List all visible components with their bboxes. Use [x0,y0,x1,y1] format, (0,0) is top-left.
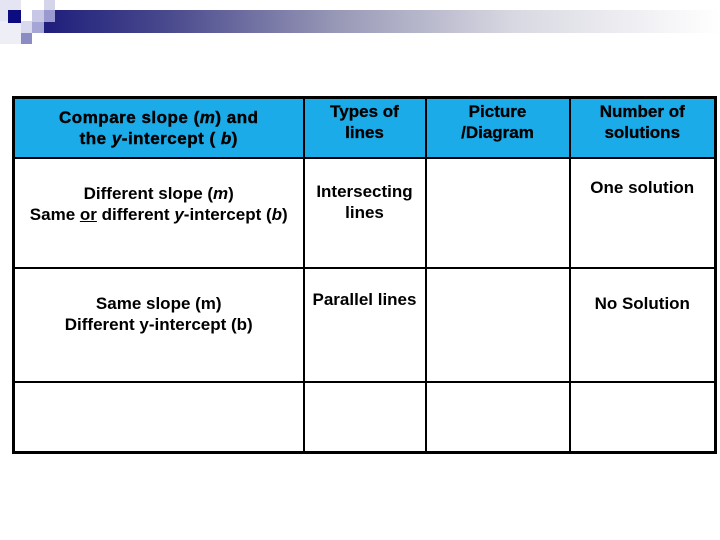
solutions-cell [568,381,717,454]
slide: Compare slope (m) and the y-intercept ( … [0,0,720,540]
picture-cell [424,267,571,383]
slope-intercept-comparison-table: Compare slope (m) and the y-intercept ( … [12,96,717,454]
header-text: Number of [599,102,685,121]
cell-text: -intercept ( [183,205,272,224]
decor-square [44,10,55,22]
header-number-of-solutions: Number of solutions [568,96,717,159]
header-text: /Diagram [461,123,534,142]
header-text: solutions [604,123,681,142]
cell-text: Different y-intercept (b) [64,315,253,334]
decor-square [32,10,44,22]
cell-text: Same [29,205,80,224]
header-text: Picture [468,102,527,121]
decor-square [21,33,32,44]
cell-text: Different slope ( [83,184,214,203]
variable-b: b [271,205,283,224]
decor-square [44,0,55,10]
variable-b: b [220,129,232,148]
condition-cell [12,381,305,454]
header-text: the [79,129,112,148]
picture-cell [424,381,571,454]
line-type-cell: Intersecting lines [302,157,427,269]
decor-square [32,22,44,33]
cell-text: ) [282,205,288,224]
decor-square [8,10,21,23]
cell-text: lines [345,203,384,222]
variable-m: m [199,108,216,127]
table-row: Same slope (m) Different y-intercept (b)… [12,267,717,383]
header-text: Compare slope ( [59,108,200,127]
line-type-cell [302,381,427,454]
decor-square [0,21,21,44]
table-row [12,381,717,454]
header-text: Types of [330,102,399,121]
solutions-cell: No Solution [568,267,717,383]
header-text: ) [231,129,238,148]
cell-text: different [96,205,175,224]
header-compare-slope-intercept: Compare slope (m) and the y-intercept ( … [12,96,305,159]
cell-text: Intersecting [316,182,413,201]
gradient-title-bar [32,10,720,33]
header-text: ) and [215,108,259,127]
condition-cell: Different slope (m) Same or different y-… [12,157,305,269]
condition-cell: Same slope (m) Different y-intercept (b) [12,267,305,383]
header-text: -intercept ( [121,129,221,148]
cell-text: ) [228,184,234,203]
underlined-or: or [79,205,97,224]
header-types-of-lines: Types of lines [302,96,427,159]
variable-y: y [174,205,184,224]
line-type-cell: Parallel lines [302,267,427,383]
picture-cell [424,157,571,269]
header-picture-diagram: Picture /Diagram [424,96,571,159]
header-text: lines [345,123,384,142]
cell-text: Same slope (m) [95,294,222,313]
variable-y: y [111,129,122,148]
table-row: Different slope (m) Same or different y-… [12,157,717,269]
decor-square [21,21,32,33]
variable-m: m [213,184,229,203]
solutions-cell: One solution [568,157,717,269]
header-row: Compare slope (m) and the y-intercept ( … [12,96,717,159]
